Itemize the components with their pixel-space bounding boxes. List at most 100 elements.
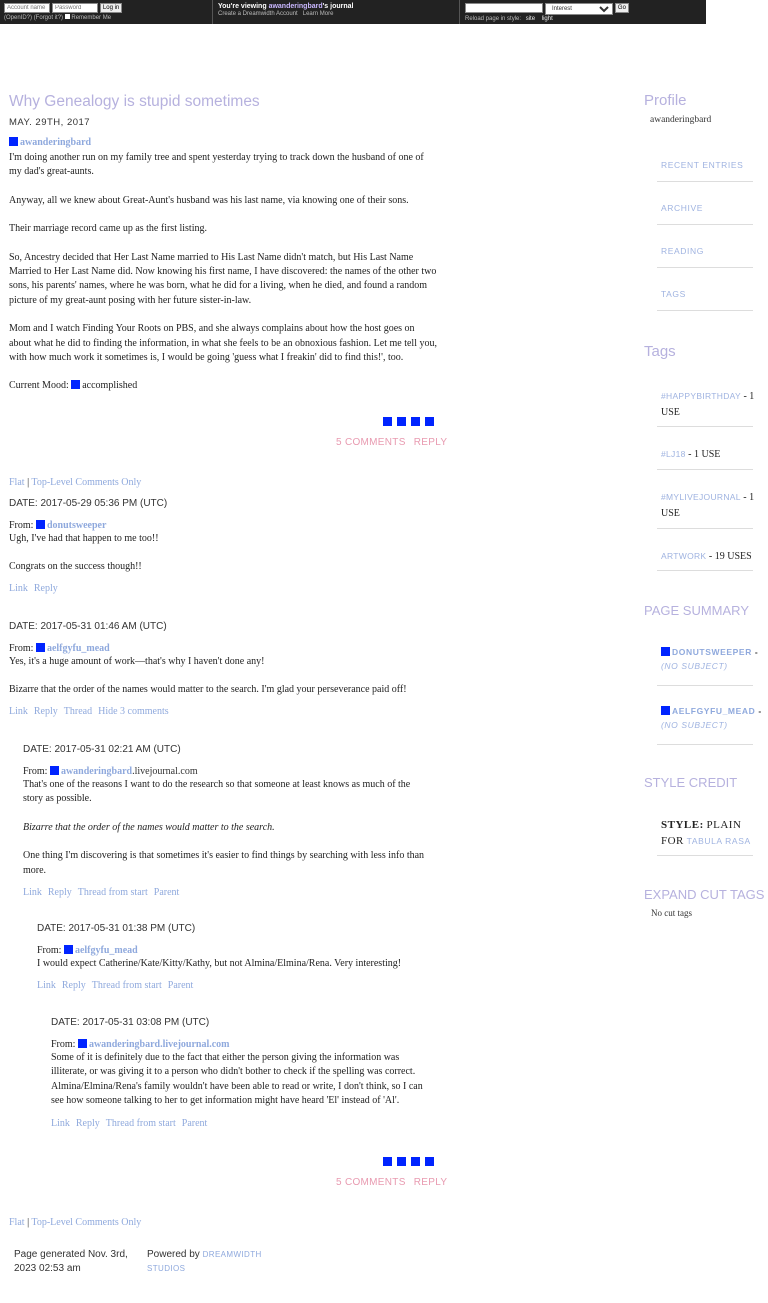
viewing-suffix: 's journal bbox=[322, 3, 354, 10]
tabula-rasa-link[interactable]: TABULA RASA bbox=[687, 836, 751, 846]
nav-reading[interactable]: READING bbox=[661, 246, 704, 256]
thread-link[interactable]: Thread bbox=[64, 706, 92, 717]
mood-label: Current Mood: bbox=[9, 380, 69, 392]
comment-link[interactable]: Link bbox=[9, 583, 28, 594]
openid-link[interactable]: (OpenID?) bbox=[4, 15, 32, 21]
user-icon[interactable] bbox=[35, 643, 45, 652]
user-icon[interactable] bbox=[63, 945, 73, 954]
comment-links: Link Reply Thread Hide 3 comments bbox=[9, 706, 439, 717]
go-button[interactable]: Go bbox=[614, 3, 629, 13]
create-account-link[interactable]: Create a Dreamwidth Account bbox=[218, 11, 298, 17]
commenter-domain: .livejournal.com bbox=[132, 766, 198, 777]
nav-tags[interactable]: TAGS bbox=[661, 289, 686, 299]
hide-comments-link[interactable]: Hide 3 comments bbox=[98, 706, 169, 717]
search-area: Interest Go Reload page in style: site l… bbox=[465, 0, 705, 24]
comment-reply-link[interactable]: Reply bbox=[62, 980, 86, 991]
comment: DATE: 2017-05-29 05:36 PM (UTC) From: do… bbox=[9, 498, 439, 594]
memory-icon[interactable] bbox=[411, 1157, 420, 1166]
from-label: From: bbox=[37, 945, 62, 956]
tag-link[interactable]: #HAPPYBIRTHDAY bbox=[661, 391, 741, 401]
commenter-link[interactable]: awanderingbard bbox=[61, 766, 132, 777]
tag-icon[interactable] bbox=[397, 417, 406, 426]
learn-more-link[interactable]: Learn More bbox=[303, 11, 334, 17]
nav-recent-entries[interactable]: RECENT ENTRIES bbox=[661, 160, 743, 170]
edit-icon[interactable] bbox=[383, 417, 392, 426]
summary-subject-link[interactable]: (NO SUBJECT) bbox=[661, 720, 761, 730]
comment: DATE: 2017-05-31 01:46 AM (UTC) From: ae… bbox=[9, 621, 439, 717]
search-input[interactable] bbox=[465, 3, 543, 13]
commenter-link[interactable]: donutsweeper bbox=[47, 520, 106, 531]
poster-link[interactable]: awanderingbard bbox=[20, 137, 91, 148]
divider bbox=[657, 570, 753, 571]
search-type-select[interactable]: Interest bbox=[544, 3, 613, 15]
from-label: From: bbox=[51, 1039, 76, 1050]
track-icon[interactable] bbox=[425, 417, 434, 426]
user-icon[interactable] bbox=[661, 647, 670, 656]
commenter-link[interactable]: awanderingbard bbox=[89, 1039, 160, 1050]
comment-reply-link[interactable]: Reply bbox=[76, 1118, 100, 1129]
flat-view-link[interactable]: Flat bbox=[9, 1217, 25, 1228]
remember-label: Remember Me bbox=[71, 15, 112, 21]
thread-from-start-link[interactable]: Thread from start bbox=[106, 1118, 176, 1129]
user-icon[interactable] bbox=[35, 520, 45, 529]
edit-icon[interactable] bbox=[383, 1157, 392, 1166]
tag-link[interactable]: ARTWORK bbox=[661, 551, 706, 561]
tag-item: ARTWORK - 19 USES bbox=[661, 548, 761, 565]
password-input[interactable] bbox=[51, 3, 98, 13]
comment-link[interactable]: Link bbox=[37, 980, 56, 991]
remember-checkbox[interactable] bbox=[64, 14, 70, 19]
entry-reply-link[interactable]: REPLY bbox=[414, 437, 448, 448]
comment-reply-link[interactable]: Reply bbox=[34, 583, 58, 594]
entry-reply-link[interactable]: REPLY bbox=[414, 1177, 448, 1188]
user-icon[interactable] bbox=[77, 1039, 87, 1048]
nav-archive[interactable]: ARCHIVE bbox=[661, 203, 703, 213]
tag-icon[interactable] bbox=[397, 1157, 406, 1166]
memory-icon[interactable] bbox=[411, 417, 420, 426]
style-light-link[interactable]: light bbox=[542, 16, 553, 22]
comments-count-link[interactable]: 5 COMMENTS bbox=[336, 437, 406, 448]
parent-link[interactable]: Parent bbox=[182, 1118, 208, 1129]
thread-from-start-link[interactable]: Thread from start bbox=[78, 887, 148, 898]
tag-link[interactable]: #LJ18 bbox=[661, 449, 686, 459]
user-icon[interactable] bbox=[661, 706, 670, 715]
user-icon[interactable] bbox=[49, 766, 59, 775]
summary-dash: - bbox=[755, 706, 762, 716]
summary-user-link[interactable]: AELFGYFU_MEAD bbox=[672, 706, 755, 716]
journal-user-link[interactable]: awanderingbard bbox=[269, 3, 323, 10]
comment-date: DATE: 2017-05-31 01:38 PM (UTC) bbox=[37, 923, 196, 934]
parent-link[interactable]: Parent bbox=[168, 980, 194, 991]
entry-title[interactable]: Why Genealogy is stupid sometimes bbox=[9, 93, 439, 111]
comment-link[interactable]: Link bbox=[9, 706, 28, 717]
login-area: Log in (OpenID?) (Forgot it?) Remember M… bbox=[4, 0, 209, 24]
flat-view-link[interactable]: Flat bbox=[9, 477, 25, 488]
account-name-input[interactable] bbox=[4, 3, 50, 13]
comment-link[interactable]: Link bbox=[23, 887, 42, 898]
commenter-link[interactable]: aelfgyfu_mead bbox=[47, 643, 110, 654]
top-level-comments-link[interactable]: Top-Level Comments Only bbox=[31, 1217, 141, 1228]
style-site-link[interactable]: site bbox=[526, 16, 535, 22]
top-level-comments-link[interactable]: Top-Level Comments Only bbox=[31, 477, 141, 488]
tag-link[interactable]: #MYLIVEJOURNAL bbox=[661, 492, 741, 502]
comment-link[interactable]: Link bbox=[51, 1118, 70, 1129]
forgot-link[interactable]: (Forgot it?) bbox=[34, 15, 63, 21]
login-button[interactable]: Log in bbox=[99, 3, 123, 13]
thread-from-start-link[interactable]: Thread from start bbox=[92, 980, 162, 991]
profile-user[interactable]: awanderingbard bbox=[650, 115, 711, 125]
comment-reply-link[interactable]: Reply bbox=[48, 887, 72, 898]
comments-count-link[interactable]: 5 COMMENTS bbox=[336, 1177, 406, 1188]
track-icon[interactable] bbox=[425, 1157, 434, 1166]
entry-action-icons bbox=[378, 413, 434, 431]
entry-comment-links: 5 COMMENTS REPLY bbox=[336, 437, 447, 448]
entry-paragraph: Anyway, all we knew about Great-Aunt's h… bbox=[9, 194, 409, 206]
from-label: From: bbox=[9, 643, 34, 654]
commenter-link[interactable]: aelfgyfu_mead bbox=[75, 945, 138, 956]
summary-subject-link[interactable]: (NO SUBJECT) bbox=[661, 661, 761, 671]
dreamwidth-link[interactable]: DREAMWIDTH bbox=[203, 1250, 262, 1259]
summary-user-link[interactable]: DONUTSWEEPER bbox=[672, 647, 752, 657]
user-icon[interactable] bbox=[9, 137, 18, 146]
comment-reply-link[interactable]: Reply bbox=[34, 706, 58, 717]
parent-link[interactable]: Parent bbox=[154, 887, 180, 898]
comment-view-nav: Flat | Top-Level Comments Only bbox=[9, 477, 141, 488]
studios-link[interactable]: STUDIOS bbox=[147, 1264, 185, 1273]
style-value: PLAIN bbox=[706, 819, 742, 831]
